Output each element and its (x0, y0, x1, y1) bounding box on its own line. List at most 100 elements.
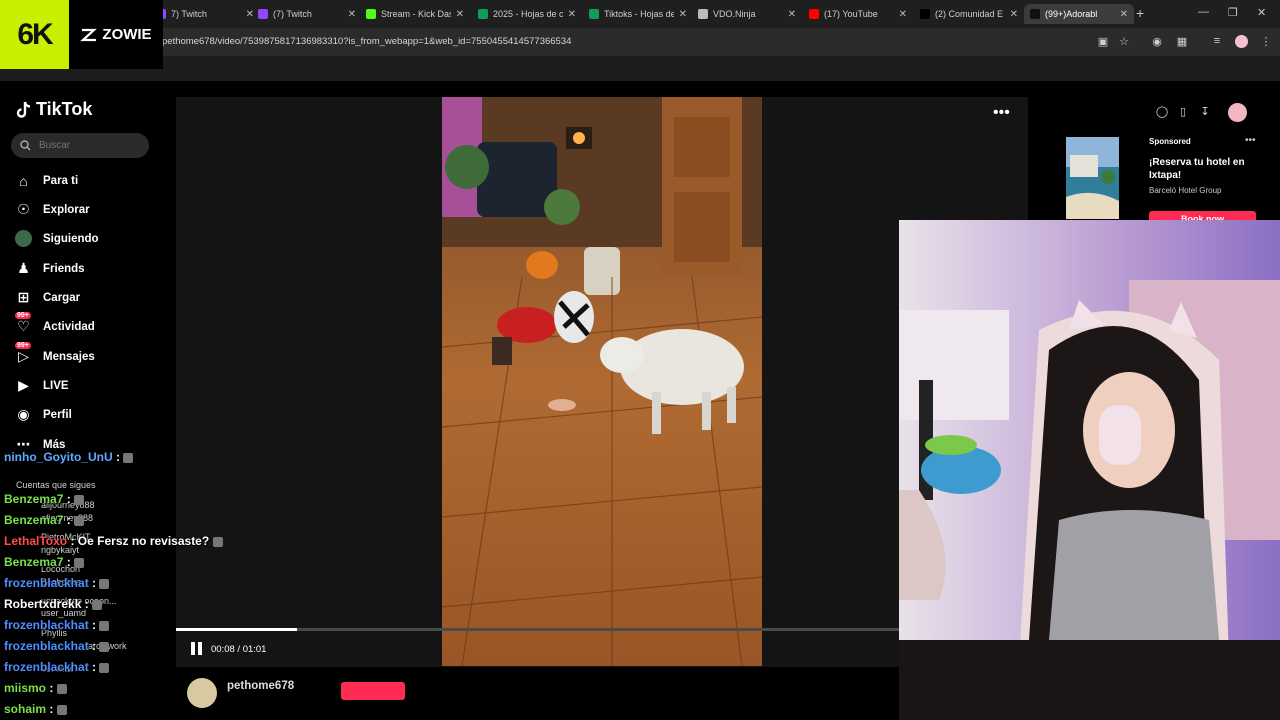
zowie-logo-text: ZOWIE (102, 26, 152, 43)
browser-tab[interactable]: 2025 - Hojas de c ✕ (472, 4, 582, 24)
minimize-icon[interactable]: — (1198, 6, 1209, 18)
search-box[interactable] (11, 133, 149, 158)
tab-close-icon[interactable]: ✕ (568, 9, 576, 20)
follow-button[interactable] (341, 682, 405, 700)
chat-emote-icon (99, 578, 110, 589)
home-icon: ⌂ (19, 172, 28, 189)
ad-thumbnail[interactable] (1066, 137, 1119, 219)
sidebar-item-label: LIVE (43, 379, 69, 392)
chat-separator: : (63, 555, 75, 569)
sidebar-item-mensajes[interactable]: ▷ 99+ Mensajes (15, 342, 95, 365)
chat-emote-icon (56, 683, 67, 694)
tab-close-icon[interactable]: ✕ (1120, 9, 1128, 20)
chat-username: Benzema7 (4, 492, 64, 506)
author-name[interactable]: pethome678 (227, 680, 294, 692)
video-frame-image (442, 97, 762, 666)
coin-icon[interactable]: ◯ (1154, 105, 1170, 121)
chat-username: Benzema7 (4, 555, 64, 569)
bookmarks-bar (0, 56, 1280, 81)
tab-close-icon[interactable]: ✕ (679, 9, 687, 20)
extensions-icon[interactable]: ▦ (1175, 35, 1189, 48)
video-content[interactable] (442, 97, 762, 666)
incognito-icon[interactable]: ◉ (1150, 35, 1164, 48)
download-icon[interactable]: ↧ (1197, 105, 1213, 121)
ad-brand: Barceló Hotel Group (1149, 186, 1222, 195)
tab-close-icon[interactable]: ✕ (1010, 9, 1018, 20)
reading-list-icon[interactable]: ≡ (1210, 35, 1224, 47)
chat-separator: : (46, 702, 57, 716)
tab-favicon-icon (366, 9, 376, 19)
sidebar-item-label: Más (43, 438, 66, 451)
url-text[interactable]: pethome678/video/7539875817136983310?is_… (162, 36, 571, 47)
chat-message: frozenblackhat : (4, 618, 110, 632)
chat-message: Benzema7 : (4, 492, 85, 506)
sidebar-item-perfil[interactable]: ◉ Perfil (15, 406, 71, 423)
more-options-icon[interactable]: ••• (993, 104, 1010, 122)
sidebar-item-cargar[interactable]: ⊞ Cargar (15, 289, 80, 306)
pause-icon[interactable] (191, 642, 203, 655)
upload-icon: ⊞ (17, 289, 30, 305)
tiktok-note-icon (16, 101, 31, 118)
sidebar-item-friends[interactable]: ♟ Friends (15, 260, 84, 277)
profile-icon: ◉ (17, 406, 30, 422)
messages-icon: ▷ 99+ (15, 342, 31, 364)
tab-favicon-icon (589, 9, 599, 19)
chat-emote-icon (74, 557, 85, 568)
browser-tab[interactable]: (17) YouTube ✕ (803, 4, 913, 24)
activity-icon: ♡ 99+ (15, 312, 31, 334)
browser-tab[interactable]: Stream - Kick Das ✕ (360, 4, 470, 24)
tab-close-icon[interactable]: ✕ (348, 9, 356, 20)
tab-title: 7) Twitch (171, 9, 207, 19)
chat-message: sohaim : (4, 702, 67, 716)
browser-tab[interactable]: Tiktoks - Hojas de ✕ (583, 4, 693, 24)
bookmark-star-icon[interactable]: ☆ (1117, 35, 1131, 48)
search-input[interactable] (37, 139, 141, 152)
tab-title: 2025 - Hojas de c (493, 9, 563, 19)
sidebar-item-explorar[interactable]: ☉ Explorar (15, 201, 89, 218)
chat-separator: : (81, 597, 93, 611)
profile-avatar[interactable] (1235, 35, 1248, 48)
browser-tab[interactable]: (99+)Adorabl ✕ (1024, 4, 1134, 24)
chat-emote-icon (92, 599, 103, 610)
browser-tab[interactable]: VDO.Ninja ✕ (692, 4, 802, 24)
sidebar-item-label: Para ti (43, 174, 79, 187)
tab-close-icon[interactable]: ✕ (788, 9, 796, 20)
sponsor-logo-6k: 6K (0, 0, 69, 69)
zowie-mark-icon (80, 28, 98, 41)
browser-tab[interactable]: 7) Twitch ✕ (150, 4, 260, 24)
sidebar-item-para-ti[interactable]: ⌂ Para ti (15, 172, 78, 189)
chat-username: frozenblackhat (4, 618, 89, 632)
tab-close-icon[interactable]: ✕ (899, 9, 907, 20)
chat-separator: : (88, 618, 100, 632)
ad-title[interactable]: ¡Reserva tu hotel en Ixtapa! (1149, 156, 1259, 182)
chat-username: ninho_Goyito_UnU (4, 450, 113, 464)
new-tab-button[interactable]: + (1136, 5, 1144, 21)
chat-emote-icon (212, 536, 223, 547)
maximize-icon[interactable]: ❐ (1228, 6, 1238, 19)
menu-kebab-icon[interactable]: ⋮ (1259, 35, 1273, 48)
tiktok-logo[interactable]: TikTok (16, 99, 92, 120)
author-avatar[interactable] (187, 678, 217, 708)
close-window-icon[interactable]: ✕ (1257, 6, 1266, 19)
install-app-icon[interactable]: ▣ (1096, 35, 1110, 48)
ad-options-icon[interactable]: ••• (1245, 135, 1256, 146)
tab-close-icon[interactable]: ✕ (456, 9, 464, 20)
user-avatar[interactable] (1228, 103, 1247, 122)
sidebar-item-live[interactable]: ▶ LIVE (15, 377, 69, 394)
chat-emote-icon (56, 704, 67, 715)
browser-tab[interactable]: (2) Comunidad E ✕ (914, 4, 1024, 24)
sidebar-item-label: Mensajes (43, 350, 95, 363)
chat-message: ninho_Goyito_UnU : (4, 450, 134, 464)
sidebar-item-actividad[interactable]: ♡ 99+ Actividad (15, 312, 95, 335)
device-icon[interactable]: ▯ (1175, 105, 1191, 121)
friends-icon: ♟ (17, 260, 30, 276)
chat-message: frozenblackhat : (4, 576, 110, 590)
chat-separator: : (88, 639, 100, 653)
browser-tab[interactable]: (7) Twitch ✕ (252, 4, 362, 24)
chat-message: miismo : (4, 681, 67, 695)
chat-message: LethalToxo : Oe Fersz no revisaste? (4, 534, 223, 548)
sidebar-item-label: Actividad (43, 320, 95, 333)
chat-emote-icon (74, 494, 85, 505)
tab-title: (17) YouTube (824, 9, 878, 19)
sidebar-item-siguiendo[interactable]: Siguiendo (15, 230, 99, 247)
